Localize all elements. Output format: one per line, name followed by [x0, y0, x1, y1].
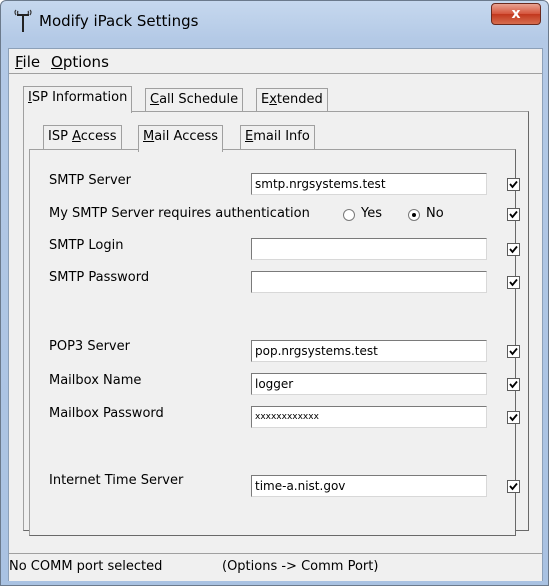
- tab-label-post: all Schedule: [159, 92, 239, 107]
- tab-extended[interactable]: Extended: [256, 88, 328, 112]
- checkmark-icon: [509, 278, 518, 287]
- tab-label-post: SP Information: [31, 90, 128, 105]
- title-bar[interactable]: Modify iPack Settings x: [1, 1, 548, 41]
- smtp-server-checkbox[interactable]: [507, 178, 520, 191]
- auth-no-radio[interactable]: [408, 209, 420, 221]
- smtp-server-input[interactable]: smtp.nrgsystems.test: [251, 173, 487, 195]
- antenna-icon: [14, 9, 32, 32]
- tab-label-accel: E: [245, 129, 254, 144]
- smtp-auth-checkbox[interactable]: [507, 208, 520, 221]
- client-area: File Options ISP Information Call Schedu…: [8, 48, 543, 581]
- menu-file-label: ile: [22, 53, 41, 71]
- tab-mail-access[interactable]: Mail Access: [138, 125, 224, 152]
- menu-options[interactable]: Options: [51, 53, 109, 71]
- smtp-auth-label: My SMTP Server requires authentication: [49, 206, 310, 221]
- tab-label-accel: A: [72, 129, 81, 144]
- mailbox-name-label: Mailbox Name: [49, 373, 142, 388]
- close-icon: x: [511, 6, 521, 22]
- time-server-checkbox[interactable]: [507, 480, 520, 493]
- pop3-server-input[interactable]: pop.nrgsystems.test: [251, 340, 487, 362]
- close-button[interactable]: x: [491, 3, 541, 25]
- checkmark-icon: [509, 482, 518, 491]
- status-bar: No COMM port selected (Options -> Comm P…: [9, 553, 542, 581]
- tab-label-accel: x: [269, 92, 277, 107]
- pop3-server-checkbox[interactable]: [507, 345, 520, 358]
- tab-email-info[interactable]: Email Info: [240, 125, 315, 149]
- tab-call-schedule[interactable]: Call Schedule: [145, 88, 244, 112]
- tab-label-pre: ISP: [48, 129, 73, 144]
- smtp-login-checkbox[interactable]: [507, 243, 520, 256]
- checkmark-icon: [509, 180, 518, 189]
- radio-dot: [412, 213, 416, 217]
- mailbox-name-input[interactable]: logger: [251, 373, 487, 395]
- menu-options-label: ptions: [62, 53, 109, 71]
- time-server-label: Internet Time Server: [49, 473, 184, 488]
- mailbox-password-label: Mailbox Password: [49, 406, 164, 421]
- tab-label-accel: C: [150, 92, 160, 107]
- app-window: Modify iPack Settings x File Options ISP…: [0, 0, 549, 586]
- auth-yes-radio[interactable]: [343, 209, 355, 221]
- menu-file-accel: F: [15, 53, 23, 71]
- checkmark-icon: [509, 380, 518, 389]
- mailbox-name-checkbox[interactable]: [507, 378, 520, 391]
- mailbox-password-input[interactable]: xxxxxxxxxxxx: [251, 406, 487, 428]
- pop3-server-label: POP3 Server: [49, 339, 130, 354]
- time-server-input[interactable]: time-a.nist.gov: [251, 475, 487, 497]
- checkmark-icon: [509, 245, 518, 254]
- auth-no-label: No: [426, 206, 444, 221]
- menu-divider: [9, 73, 542, 74]
- tab-label-post: ail Access: [154, 129, 219, 144]
- auth-yes-label: Yes: [361, 206, 382, 221]
- menu-bar: File Options: [9, 49, 542, 73]
- tab-label-accel: M: [143, 129, 155, 144]
- smtp-server-label: SMTP Server: [49, 173, 132, 188]
- status-hint: (Options -> Comm Port): [222, 559, 379, 574]
- tab-isp-information[interactable]: ISP Information: [23, 86, 133, 113]
- tab-label-post: ccess: [80, 129, 117, 144]
- outer-tab-control: ISP Information Call Schedule Extended I…: [23, 86, 533, 538]
- smtp-login-label: SMTP Login: [49, 238, 124, 253]
- smtp-login-input[interactable]: [251, 238, 487, 260]
- mailbox-password-checkbox[interactable]: [507, 411, 520, 424]
- menu-file[interactable]: File: [15, 53, 40, 71]
- smtp-password-label: SMTP Password: [49, 270, 150, 285]
- tab-isp-access[interactable]: ISP Access: [43, 125, 122, 149]
- smtp-password-checkbox[interactable]: [507, 276, 520, 289]
- tab-label-post: mail Info: [253, 129, 310, 144]
- checkmark-icon: [509, 413, 518, 422]
- status-comm-port: No COMM port selected: [9, 559, 163, 574]
- tab-label-post: tended: [276, 92, 323, 107]
- menu-options-accel: O: [51, 53, 63, 71]
- tab-label-pre: E: [261, 92, 270, 107]
- checkmark-icon: [509, 210, 518, 219]
- smtp-password-input[interactable]: [251, 271, 487, 293]
- window-title: Modify iPack Settings: [39, 12, 199, 30]
- checkmark-icon: [509, 347, 518, 356]
